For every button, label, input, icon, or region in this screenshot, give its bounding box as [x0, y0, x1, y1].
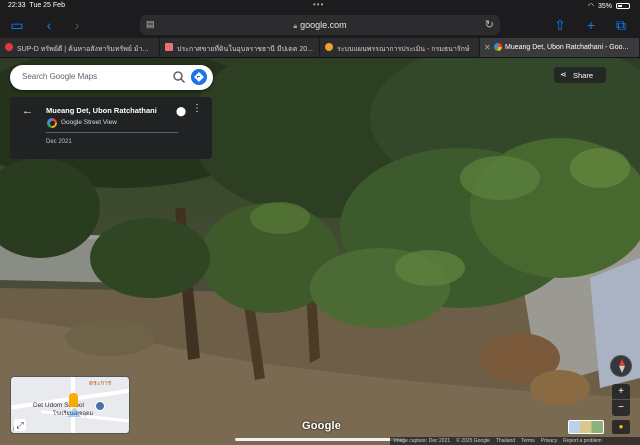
map-footer: Image capture: Dec 2021 © 2025 Google Th…: [390, 437, 640, 445]
address-bar[interactable]: ▤ 🔒︎ google.com ↻: [140, 15, 500, 35]
zoom-out-button[interactable]: −: [612, 400, 630, 416]
street-view-info-card: ← Mueang Det, Ubon Ratchathani Google St…: [10, 97, 212, 159]
status-time: 22:33 Tue 25 Feb: [8, 2, 65, 9]
battery-icon: [616, 3, 630, 9]
search-box[interactable]: Search Google Maps: [10, 65, 213, 90]
favicon-icon: [5, 43, 13, 51]
favicon-icon: [325, 43, 333, 51]
url-text: 🔒︎ google.com: [293, 20, 347, 30]
search-icon[interactable]: [172, 70, 186, 84]
footer-terms[interactable]: Terms: [521, 438, 535, 444]
status-bar: 22:33 Tue 25 Feb ••• ◠ 35%: [0, 0, 640, 12]
reload-icon[interactable]: ↻: [485, 18, 494, 31]
forward-icon[interactable]: ›: [68, 16, 86, 34]
wifi-icon: ◠: [587, 3, 594, 10]
google-watermark: Google: [302, 420, 342, 432]
google-logo-icon: [47, 118, 57, 128]
tab-label: ประกาศขายที่ดินในอุบลราชธานี มีปเดต 20..…: [177, 46, 313, 53]
footer-capture: Image capture: Dec 2021: [394, 438, 451, 444]
pegman-icon[interactable]: [69, 393, 78, 407]
footer-country[interactable]: Thailand: [496, 438, 515, 444]
compass-icon[interactable]: [610, 355, 632, 377]
close-tab-icon[interactable]: ✕: [484, 43, 491, 52]
location-pin-icon[interactable]: ⬤: [176, 106, 186, 117]
place-title: Mueang Det, Ubon Ratchathani: [46, 106, 157, 115]
battery-percent: 35%: [597, 2, 612, 10]
favicon-icon: [165, 43, 173, 51]
status-right: ◠ 35%: [588, 2, 630, 10]
school-place-icon[interactable]: [95, 401, 105, 411]
map-label-road: ตระการ: [89, 380, 112, 387]
share-sheet-icon[interactable]: ⇧: [551, 16, 569, 34]
footer-privacy[interactable]: Privacy: [541, 438, 557, 444]
minimap[interactable]: ตระการ Det Udom School โรงเรียนเดชอุดม i…: [10, 376, 130, 434]
zoom-control: + −: [612, 384, 630, 416]
browser-toolbar: ▭ ‹ › ▤ 🔒︎ google.com ↻ ⇧ + ⧉: [0, 12, 640, 38]
back-icon[interactable]: ‹: [40, 16, 58, 34]
capture-date[interactable]: Dec 2021: [46, 139, 72, 145]
tab-bar: SUP-D ทรัพย์ดี | ค้นหาอสังหาริมทรัพย์ ม้…: [0, 38, 640, 58]
lock-icon: 🔒︎: [293, 23, 298, 30]
tab-overview-icon[interactable]: ⧉: [612, 16, 630, 34]
tab-google-maps[interactable]: ✕ Mueang Det, Ubon Ratchathani - Goo...: [480, 38, 640, 57]
share-button[interactable]: ⋖ Share: [554, 67, 606, 83]
tab-land-sale[interactable]: ประกาศขายที่ดินในอุบลราชธานี มีปเดต 20..…: [160, 38, 320, 57]
layers-thumbnail[interactable]: [568, 420, 604, 434]
divider: [46, 132, 178, 133]
zoom-in-button[interactable]: +: [612, 384, 630, 400]
home-indicator: [235, 438, 405, 441]
imagery-source: Google Street View: [61, 119, 117, 126]
more-options-icon[interactable]: ⋮: [192, 104, 202, 114]
share-label: Share: [573, 71, 594, 80]
directions-icon[interactable]: [191, 69, 207, 85]
share-icon: ⋖: [560, 70, 567, 79]
tab-label: SUP-D ทรัพย์ดี | ค้นหาอสังหาริมทรัพย์ ม้…: [17, 46, 149, 53]
expand-map-icon[interactable]: ⤢: [14, 419, 26, 431]
footer-copyright: © 2025 Google: [456, 438, 490, 444]
tab-sup-d[interactable]: SUP-D ทรัพย์ดี | ค้นหาอสังหาริมทรัพย์ ม้…: [0, 38, 160, 57]
tab-treasury[interactable]: ระบบแผนพรรณาการประเมิน - กรมธนารักษ์: [320, 38, 480, 57]
tab-label: Mueang Det, Ubon Ratchathani - Goo...: [505, 44, 629, 51]
new-tab-icon[interactable]: +: [582, 16, 600, 34]
pegman-button[interactable]: ●: [612, 420, 630, 434]
multitasking-dots-icon[interactable]: •••: [313, 0, 324, 9]
tab-label: ระบบแผนพรรณาการประเมิน - กรมธนารักษ์: [337, 46, 470, 53]
sidebar-icon[interactable]: ▭: [8, 16, 26, 34]
google-favicon-icon: [494, 43, 502, 51]
footer-report[interactable]: Report a problem: [563, 438, 602, 444]
back-arrow-icon[interactable]: ←: [22, 105, 33, 117]
search-input[interactable]: Search Google Maps: [22, 72, 97, 81]
